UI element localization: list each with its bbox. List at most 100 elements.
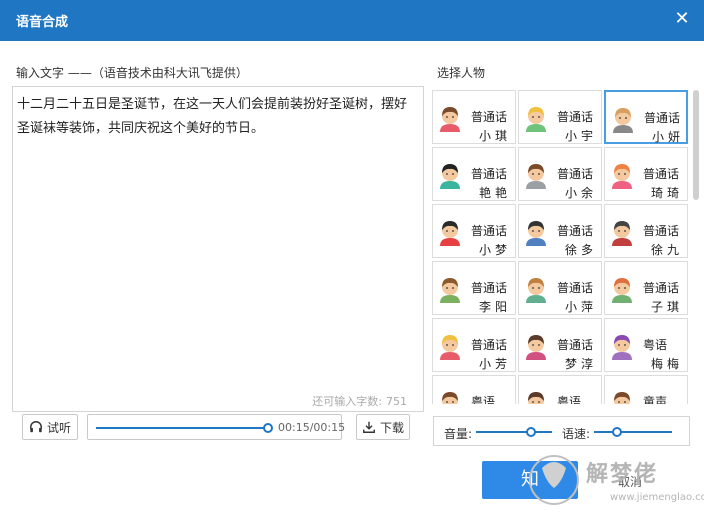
voice-name: 徐九 bbox=[651, 243, 684, 257]
voice-lang: 普通话 bbox=[557, 110, 594, 124]
scrollbar-thumb[interactable] bbox=[693, 90, 699, 200]
text-input-area[interactable]: 十二月二十五日是圣诞节，在这一天人们会提前装扮好圣诞树，摆好圣诞袜等装饰，共同庆… bbox=[12, 86, 424, 412]
voice-lang: 普通话 bbox=[643, 281, 680, 295]
voice-card[interactable]: 普通话梦淳 bbox=[518, 318, 602, 372]
voice-lang: 普通话 bbox=[643, 167, 680, 181]
voice-name: 小梦 bbox=[479, 243, 512, 257]
voice-lang: 普通话 bbox=[557, 167, 594, 181]
remaining-count: 751 bbox=[386, 395, 407, 408]
voice-card[interactable]: 普通话小余 bbox=[518, 147, 602, 201]
avatar-icon bbox=[526, 107, 546, 132]
voice-card[interactable]: 普通话小萍 bbox=[518, 261, 602, 315]
avatar-icon bbox=[440, 221, 460, 246]
avatar-icon bbox=[612, 335, 632, 360]
avatar-icon bbox=[440, 278, 460, 303]
title-bar: 语音合成 ✕ bbox=[0, 0, 704, 40]
voice-card[interactable]: 普通话小妍 bbox=[604, 90, 688, 144]
voice-select-label: 选择人物 bbox=[437, 66, 486, 80]
avatar-icon bbox=[612, 164, 632, 189]
voice-card[interactable]: 普通话小琪 bbox=[432, 90, 516, 144]
voice-name: 琦琦 bbox=[651, 186, 684, 200]
avatar-icon bbox=[526, 221, 546, 246]
cancel-button[interactable]: 取消 bbox=[600, 468, 660, 496]
voice-card[interactable]: 粤语 bbox=[518, 375, 602, 404]
voice-card[interactable]: 童声 bbox=[604, 375, 688, 404]
voice-card[interactable]: 普通话琦琦 bbox=[604, 147, 688, 201]
download-button[interactable]: 下载 bbox=[356, 414, 410, 440]
avatar-icon bbox=[526, 164, 546, 189]
progress-handle[interactable] bbox=[263, 423, 273, 433]
voice-lang: 普通话 bbox=[471, 110, 508, 124]
avatar-icon bbox=[613, 108, 633, 133]
playback-time: 00:15/00:15 bbox=[278, 421, 346, 434]
voice-lang: 普通话 bbox=[471, 224, 508, 238]
speed-handle[interactable] bbox=[612, 427, 623, 437]
voice-lang: 粤语 bbox=[557, 395, 582, 404]
voice-lang: 普通话 bbox=[557, 338, 594, 352]
avatar-icon bbox=[440, 107, 460, 132]
speed-label: 语速: bbox=[562, 427, 591, 441]
voice-card[interactable]: 粤语 bbox=[432, 375, 516, 404]
voice-lang: 普通话 bbox=[471, 281, 508, 295]
voice-card[interactable]: 普通话徐多 bbox=[518, 204, 602, 258]
voice-lang: 粤语 bbox=[643, 338, 668, 352]
download-icon bbox=[363, 421, 375, 433]
voice-name: 小萍 bbox=[565, 300, 598, 314]
voice-name: 小余 bbox=[565, 186, 598, 200]
listen-button[interactable]: 试听 bbox=[22, 414, 78, 440]
voice-name: 小妍 bbox=[652, 130, 685, 144]
audio-settings: 音量: 语速: bbox=[433, 416, 690, 446]
avatar-icon bbox=[526, 278, 546, 303]
voice-lang: 普通话 bbox=[557, 281, 594, 295]
voice-card[interactable]: 普通话徐九 bbox=[604, 204, 688, 258]
voice-name: 梅梅 bbox=[651, 357, 684, 371]
window-title: 语音合成 bbox=[16, 15, 69, 30]
voice-card[interactable]: 普通话小梦 bbox=[432, 204, 516, 258]
voice-lang: 普通话 bbox=[644, 111, 681, 125]
voice-lang: 童声 bbox=[643, 395, 668, 404]
avatar-icon bbox=[612, 278, 632, 303]
close-icon[interactable]: ✕ bbox=[672, 8, 692, 30]
download-label: 下载 bbox=[379, 420, 404, 435]
voice-scrollbar[interactable] bbox=[693, 90, 699, 406]
volume-slider[interactable] bbox=[476, 431, 552, 433]
remaining-counter: 还可输入字数: 751 bbox=[312, 393, 407, 409]
voice-grid: 普通话 小琪 普通话 小宇 普通话 小妍 普通话 艳艳 普通话 小余 普通话 琦琦 普通话 小梦 普通话 徐多… bbox=[432, 90, 688, 404]
input-text[interactable]: 十二月二十五日是圣诞节，在这一天人们会提前装扮好圣诞树，摆好圣诞袜等装饰，共同庆… bbox=[17, 93, 419, 141]
remaining-label: 还可输入字数: bbox=[312, 395, 382, 408]
voice-name: 小琪 bbox=[479, 129, 512, 143]
title-divider bbox=[0, 40, 704, 41]
avatar-icon bbox=[440, 164, 460, 189]
voice-name: 子琪 bbox=[651, 300, 684, 314]
voice-lang: 普通话 bbox=[557, 224, 594, 238]
voice-name: 小芳 bbox=[479, 357, 512, 371]
input-label: 输入文字 ——（语音技术由科大讯飞提供） bbox=[16, 66, 248, 80]
volume-label: 音量: bbox=[444, 427, 473, 441]
progress-track[interactable] bbox=[96, 427, 268, 429]
ok-button[interactable]: 知 bbox=[482, 461, 578, 499]
avatar-icon bbox=[526, 335, 546, 360]
voice-card[interactable]: 普通话小芳 bbox=[432, 318, 516, 372]
voice-lang: 粤语 bbox=[471, 395, 496, 404]
voice-card[interactable]: 粤语梅梅 bbox=[604, 318, 688, 372]
voice-name: 小宇 bbox=[565, 129, 598, 143]
voice-lang: 普通话 bbox=[471, 167, 508, 181]
voice-name: 梦淳 bbox=[565, 357, 598, 371]
avatar-icon bbox=[528, 392, 544, 404]
voice-name: 李阳 bbox=[479, 300, 512, 314]
voice-card[interactable]: 普通话小宇 bbox=[518, 90, 602, 144]
avatar-icon bbox=[440, 335, 460, 360]
avatar-icon bbox=[612, 221, 632, 246]
voice-lang: 普通话 bbox=[471, 338, 508, 352]
listen-label: 试听 bbox=[46, 420, 71, 435]
voice-name: 徐多 bbox=[565, 243, 598, 257]
voice-card[interactable]: 普通话子琪 bbox=[604, 261, 688, 315]
voice-lang: 普通话 bbox=[643, 224, 680, 238]
avatar-icon bbox=[442, 392, 458, 404]
voice-card[interactable]: 普通话李阳 bbox=[432, 261, 516, 315]
voice-card[interactable]: 普通话艳艳 bbox=[432, 147, 516, 201]
avatar-icon bbox=[614, 392, 630, 404]
speed-slider[interactable] bbox=[594, 431, 672, 433]
voice-name: 艳艳 bbox=[479, 186, 512, 200]
volume-handle[interactable] bbox=[525, 427, 536, 437]
